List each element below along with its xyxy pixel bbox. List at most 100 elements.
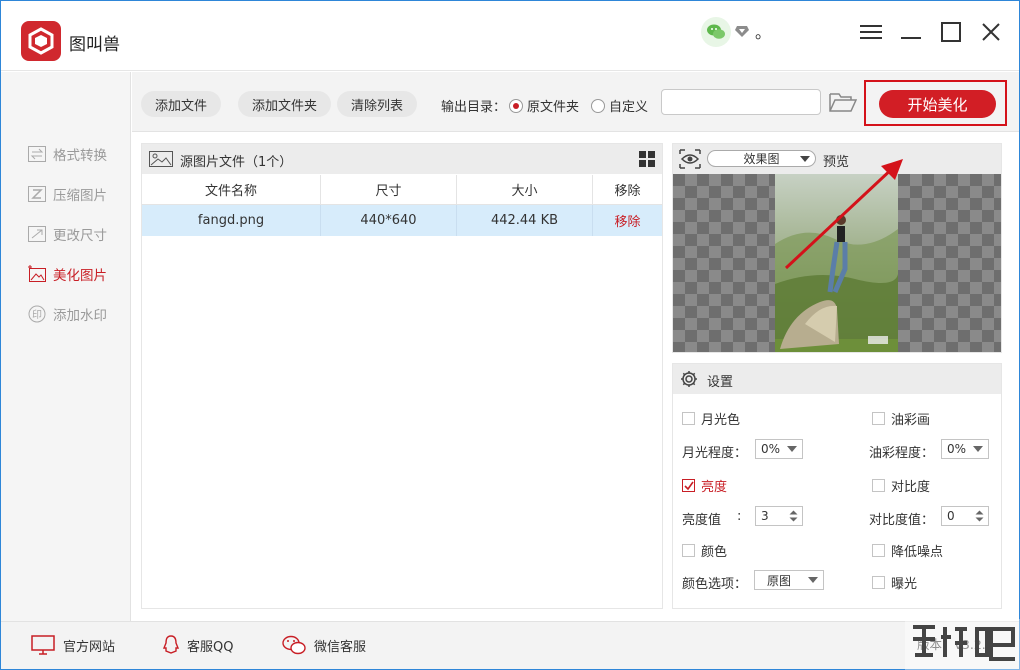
- folder-open-icon[interactable]: [829, 91, 857, 113]
- preview-mode-value: 效果图: [743, 152, 780, 166]
- file-list-panel: 源图片文件（1个） 文件名称 尺寸 大小 移除 fangd.png 440*64…: [141, 143, 663, 609]
- wechat-login-button[interactable]: [701, 17, 731, 47]
- settings-header: 设置: [673, 364, 1001, 394]
- contrast-value-stepper[interactable]: 0: [941, 506, 989, 526]
- contrast-checkbox[interactable]: 对比度: [872, 476, 930, 495]
- add-folder-button[interactable]: 添加文件夹: [238, 91, 332, 117]
- maximize-icon: [941, 22, 961, 42]
- select-value: 原图: [767, 573, 792, 588]
- app-logo: [21, 21, 61, 61]
- brightness-value-stepper[interactable]: 3: [755, 506, 803, 526]
- stepper-arrows-icon[interactable]: [789, 509, 798, 523]
- checkbox-box: [872, 479, 885, 492]
- footer-link-label: 客服QQ: [187, 639, 234, 655]
- chevron-down-icon: [808, 577, 818, 583]
- checkbox-box: [682, 544, 695, 557]
- vip-diamond-icon[interactable]: [734, 23, 750, 39]
- file-size-cell: 442.44 KB: [457, 205, 593, 236]
- gear-icon: [681, 371, 697, 387]
- official-website-link[interactable]: 官方网站: [31, 635, 115, 655]
- footer: 官方网站 客服QQ 微信客服 版本：v3.2.3: [1, 621, 1019, 669]
- red-arrow-annotation: [784, 159, 903, 270]
- checkbox-box: [872, 576, 885, 589]
- transparent-background-left: [673, 174, 775, 352]
- clear-list-button[interactable]: 清除列表: [337, 91, 418, 117]
- add-file-button[interactable]: 添加文件: [141, 91, 222, 117]
- denoise-checkbox[interactable]: 降低噪点: [872, 541, 943, 560]
- sidebar-item-resize[interactable]: 更改尺寸: [27, 223, 107, 245]
- color-checkbox[interactable]: 颜色: [682, 541, 727, 560]
- select-value: 0%: [761, 442, 781, 456]
- format-convert-icon: [27, 145, 47, 163]
- support-qq-link[interactable]: 客服QQ: [163, 635, 233, 655]
- app-window: 图叫兽 。 格式转换 压缩图片 更改尺寸 美化图片 印 添加水印 添加文件 添加…: [0, 0, 1020, 670]
- sidebar: 格式转换 压缩图片 更改尺寸 美化图片 印 添加水印: [1, 72, 131, 621]
- oil-degree-select[interactable]: 0%: [941, 439, 989, 459]
- moonlight-checkbox[interactable]: 月光色: [682, 409, 740, 428]
- color-option-select[interactable]: 原图: [754, 570, 824, 590]
- sidebar-item-watermark[interactable]: 印 添加水印: [27, 303, 107, 325]
- checkbox-box: [682, 412, 695, 425]
- stepper-arrows-icon[interactable]: [975, 509, 984, 523]
- contrast-value-label: 对比度值：: [869, 513, 935, 528]
- grid-view-icon[interactable]: [639, 151, 655, 167]
- toolbar: 添加文件 添加文件夹 清除列表 输出目录： 原文件夹 自定义 开始美化: [132, 72, 1019, 132]
- radio-custom-folder[interactable]: 自定义: [591, 96, 648, 115]
- brightness-checkbox[interactable]: 亮度: [682, 476, 727, 495]
- oil-painting-checkbox[interactable]: 油彩画: [872, 409, 930, 428]
- file-list-title: 源图片文件（1个）: [180, 155, 293, 170]
- sidebar-item-label: 美化图片: [53, 268, 107, 284]
- checkbox-box: [872, 412, 885, 425]
- file-name-cell: fangd.png: [142, 205, 321, 236]
- sidebar-item-label: 添加水印: [53, 308, 107, 324]
- radio-dot: [591, 98, 605, 113]
- wechat-support-link[interactable]: 微信客服: [282, 635, 366, 655]
- start-beautify-button[interactable]: 开始美化: [879, 90, 996, 118]
- radio-original-folder[interactable]: 原文件夹: [509, 96, 579, 115]
- menu-button[interactable]: [856, 17, 886, 47]
- footer-link-label: 官方网站: [63, 639, 116, 655]
- sidebar-item-label: 压缩图片: [53, 188, 107, 204]
- image-icon: [149, 151, 173, 167]
- output-dir-label: 输出目录：: [441, 100, 507, 115]
- output-path-input[interactable]: [661, 89, 821, 115]
- sidebar-item-format-convert[interactable]: 格式转换: [27, 143, 107, 165]
- sidebar-item-label: 格式转换: [53, 148, 107, 164]
- start-button-highlight: 开始美化: [864, 80, 1007, 126]
- checkbox-label: 油彩画: [891, 413, 931, 428]
- exposure-checkbox[interactable]: 曝光: [872, 573, 917, 592]
- color-option-label: 颜色选项：: [682, 577, 748, 592]
- sidebar-item-compress[interactable]: 压缩图片: [27, 183, 107, 205]
- chevron-down-icon: [787, 446, 797, 452]
- minimize-button[interactable]: [896, 17, 926, 47]
- site-watermark-logo: [905, 619, 1020, 670]
- column-header-name[interactable]: 文件名称: [142, 175, 321, 205]
- maximize-button[interactable]: [936, 17, 966, 47]
- column-header-dimensions[interactable]: 尺寸: [321, 175, 457, 205]
- file-dimensions-cell: 440*640: [321, 205, 457, 236]
- footer-link-label: 微信客服: [314, 639, 367, 655]
- oil-degree-label: 油彩程度：: [869, 446, 935, 461]
- title-bar: 图叫兽 。: [1, 1, 1019, 71]
- checkbox-box: [682, 479, 695, 492]
- beautify-icon: [27, 265, 47, 283]
- moonlight-degree-select[interactable]: 0%: [755, 439, 803, 459]
- brightness-value-colon: :: [737, 509, 742, 524]
- checkbox-label: 颜色: [701, 545, 728, 560]
- wechat-outline-icon: [282, 635, 306, 655]
- checkbox-label: 曝光: [891, 577, 918, 592]
- table-row[interactable]: fangd.png 440*640 442.44 KB 移除: [142, 205, 662, 236]
- remove-file-link[interactable]: 移除: [593, 205, 662, 236]
- app-title: 图叫兽: [69, 35, 120, 55]
- minimize-icon: [901, 37, 921, 39]
- column-header-size[interactable]: 大小: [457, 175, 593, 205]
- resize-icon: [27, 225, 47, 243]
- sidebar-item-label: 更改尺寸: [53, 228, 107, 244]
- settings-title: 设置: [707, 375, 734, 390]
- checkmark-icon: [684, 481, 694, 491]
- close-button[interactable]: [976, 17, 1006, 47]
- file-list-header: 源图片文件（1个）: [142, 144, 662, 174]
- column-header-remove: 移除: [593, 175, 662, 205]
- radio-label: 原文件夹: [527, 100, 580, 115]
- sidebar-item-beautify[interactable]: 美化图片: [27, 263, 107, 285]
